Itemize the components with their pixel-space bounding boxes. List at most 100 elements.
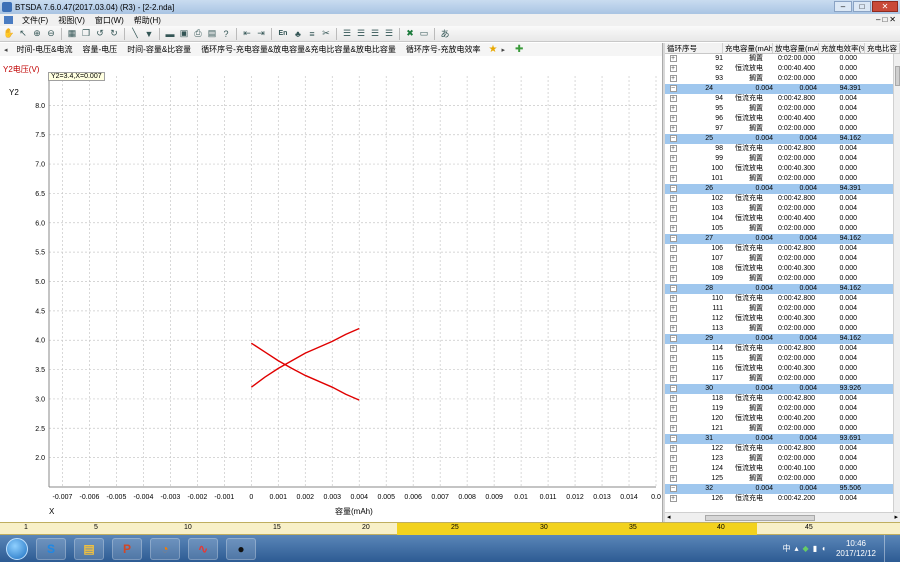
expand-icon[interactable]: + xyxy=(665,294,681,304)
step-row[interactable]: +118 恒流充电 0:00:42.800 0.004 xyxy=(665,394,893,404)
collapse-icon[interactable]: − xyxy=(665,234,681,244)
folder-icon[interactable]: ▬ xyxy=(164,28,176,40)
step-row[interactable]: +115 搁置 0:02:00.000 0.004 xyxy=(665,354,893,364)
cycle-group-row[interactable]: − 31 0.004 0.004 93.691 xyxy=(665,434,893,444)
prev-icon[interactable]: ⇤ xyxy=(241,28,253,40)
column-header-discharge[interactable]: 放电容量(mAh) xyxy=(773,43,819,53)
expand-icon[interactable]: + xyxy=(665,414,681,424)
filter-icon[interactable]: ▼ xyxy=(143,28,155,40)
step-row[interactable]: +97 搁置 0:02:00.000 0.000 xyxy=(665,124,893,134)
tab-cycle-efficiency[interactable]: 循环序号-充放电效率 xyxy=(401,44,486,55)
step-row[interactable]: +111 搁置 0:02:00.000 0.004 xyxy=(665,304,893,314)
step-row[interactable]: +106 恒流充电 0:00:42.800 0.004 xyxy=(665,244,893,254)
star-icon[interactable]: ★ xyxy=(489,44,498,55)
expand-icon[interactable]: + xyxy=(665,194,681,204)
column-header-efficiency[interactable]: 充放电效率(%) xyxy=(819,43,865,53)
line-icon[interactable]: ╲ xyxy=(129,28,141,40)
expand-icon[interactable]: + xyxy=(665,494,681,504)
cycle-group-row[interactable]: − 30 0.004 0.004 93.926 xyxy=(665,384,893,394)
grid3-icon[interactable]: ☰ xyxy=(369,28,381,40)
grid4-icon[interactable]: ☰ xyxy=(383,28,395,40)
cycle-group-row[interactable]: − 32 0.004 0.004 95.506 xyxy=(665,484,893,494)
column-header-charge[interactable]: 充电容量(mAh) xyxy=(723,43,773,53)
expand-icon[interactable]: + xyxy=(665,354,681,364)
step-row[interactable]: +94 恒流充电 0:00:42.800 0.004 xyxy=(665,94,893,104)
tab-cycle-capacity[interactable]: 循环序号-充电容量&放电容量&充电比容量&放电比容量 xyxy=(196,44,401,55)
expand-icon[interactable]: + xyxy=(665,344,681,354)
vertical-scrollbar[interactable] xyxy=(893,54,900,512)
step-row[interactable]: +113 搁置 0:02:00.000 0.000 xyxy=(665,324,893,334)
step-row[interactable]: +110 恒流充电 0:00:42.800 0.004 xyxy=(665,294,893,304)
explorer-icon[interactable]: ▤ xyxy=(74,537,104,560)
chart-svg[interactable]: -0.007 -0.006 -0.005 -0.004 -0.003 -0.002 -0.0… xyxy=(0,56,662,522)
network-icon[interactable]: ▮ xyxy=(813,544,817,553)
step-row[interactable]: +96 恒流放电 0:00:40.400 0.000 xyxy=(665,114,893,124)
expand-icon[interactable]: + xyxy=(665,244,681,254)
font-icon[interactable]: あ xyxy=(439,28,451,40)
step-row[interactable]: +120 恒流放电 0:00:40.200 0.000 xyxy=(665,414,893,424)
cycle-group-row[interactable]: − 25 0.004 0.004 94.162 xyxy=(665,134,893,144)
maximize-button[interactable]: □ xyxy=(853,1,871,12)
cycle-group-row[interactable]: − 27 0.004 0.004 94.162 xyxy=(665,234,893,244)
tool3-icon[interactable]: ✂ xyxy=(320,28,332,40)
expand-icon[interactable]: + xyxy=(665,464,681,474)
collapse-icon[interactable]: − xyxy=(665,384,681,394)
expand-icon[interactable]: + xyxy=(665,104,681,114)
expand-icon[interactable]: + xyxy=(665,144,681,154)
excel-icon[interactable]: ✖ xyxy=(404,28,416,40)
cycle-range-ruler[interactable]: 1 5 10 15 20 25 30 35 40 45 xyxy=(0,522,900,535)
ime-indicator[interactable]: 中 xyxy=(783,543,791,554)
expand-icon[interactable]: + xyxy=(665,114,681,124)
refresh-icon[interactable]: ↺ xyxy=(94,28,106,40)
step-row[interactable]: +107 搁置 0:02:00.000 0.004 xyxy=(665,254,893,264)
cycle-group-row[interactable]: − 28 0.004 0.004 94.162 xyxy=(665,284,893,294)
tool2-icon[interactable]: ≡ xyxy=(306,28,318,40)
expand-icon[interactable]: + xyxy=(665,154,681,164)
language-icon[interactable]: En xyxy=(276,28,290,40)
cycle-group-row[interactable]: − 26 0.004 0.004 94.391 xyxy=(665,184,893,194)
start-button[interactable] xyxy=(6,537,28,560)
expand-icon[interactable]: + xyxy=(665,254,681,264)
expand-icon[interactable]: + xyxy=(665,264,681,274)
step-row[interactable]: +116 恒流放电 0:00:40.300 0.000 xyxy=(665,364,893,374)
next-icon[interactable]: ⇥ xyxy=(255,28,267,40)
grid1-icon[interactable]: ☰ xyxy=(341,28,353,40)
expand-icon[interactable]: + xyxy=(665,74,681,84)
powerpoint-icon[interactable]: P xyxy=(112,537,142,560)
export-icon[interactable]: ▤ xyxy=(206,28,218,40)
sogou-icon[interactable]: S xyxy=(36,537,66,560)
save-icon[interactable]: ▣ xyxy=(178,28,190,40)
expand-icon[interactable]: + xyxy=(665,214,681,224)
step-row[interactable]: +91 搁置 0:02:00.000 0.000 xyxy=(665,54,893,64)
expand-icon[interactable]: + xyxy=(665,304,681,314)
step-row[interactable]: +104 恒流放电 0:00:40.400 0.000 xyxy=(665,214,893,224)
btsda-icon[interactable]: ∿ xyxy=(188,537,218,560)
scroll-right-icon[interactable]: ▸ xyxy=(894,513,898,521)
tab-time-capacity[interactable]: 时间-容量&比容量 xyxy=(122,44,196,55)
zoom-out-icon[interactable]: ⊖ xyxy=(45,28,57,40)
tool1-icon[interactable]: ♣ xyxy=(292,28,304,40)
expand-icon[interactable]: + xyxy=(665,474,681,484)
expand-icon[interactable]: + xyxy=(665,364,681,374)
pdf-icon[interactable]: ◔ xyxy=(150,537,180,560)
clock[interactable]: 10:46 2017/12/12 xyxy=(836,539,876,559)
step-row[interactable]: +101 搁置 0:02:00.000 0.000 xyxy=(665,174,893,184)
collapse-icon[interactable]: − xyxy=(665,284,681,294)
collapse-icon[interactable]: − xyxy=(665,184,681,194)
tray-arrow-icon[interactable]: ▴ xyxy=(795,544,799,553)
step-row[interactable]: +103 搁置 0:02:00.000 0.004 xyxy=(665,204,893,214)
show-desktop-button[interactable] xyxy=(884,535,892,562)
collapse-icon[interactable]: − xyxy=(665,134,681,144)
expand-icon[interactable]: + xyxy=(665,454,681,464)
step-row[interactable]: +92 恒流放电 0:00:40.400 0.000 xyxy=(665,64,893,74)
help-icon[interactable]: ? xyxy=(220,28,232,40)
expand-icon[interactable]: + xyxy=(665,374,681,384)
layout-icon[interactable]: ▭ xyxy=(418,28,430,40)
step-row[interactable]: +108 恒流放电 0:00:40.300 0.000 xyxy=(665,264,893,274)
expand-icon[interactable]: + xyxy=(665,64,681,74)
pointer-icon[interactable]: ↖ xyxy=(17,28,29,40)
qq-icon[interactable]: ● xyxy=(226,537,256,560)
expand-icon[interactable]: + xyxy=(665,94,681,104)
expand-icon[interactable]: + xyxy=(665,324,681,334)
step-row[interactable]: +125 搁置 0:02:00.000 0.000 xyxy=(665,474,893,484)
